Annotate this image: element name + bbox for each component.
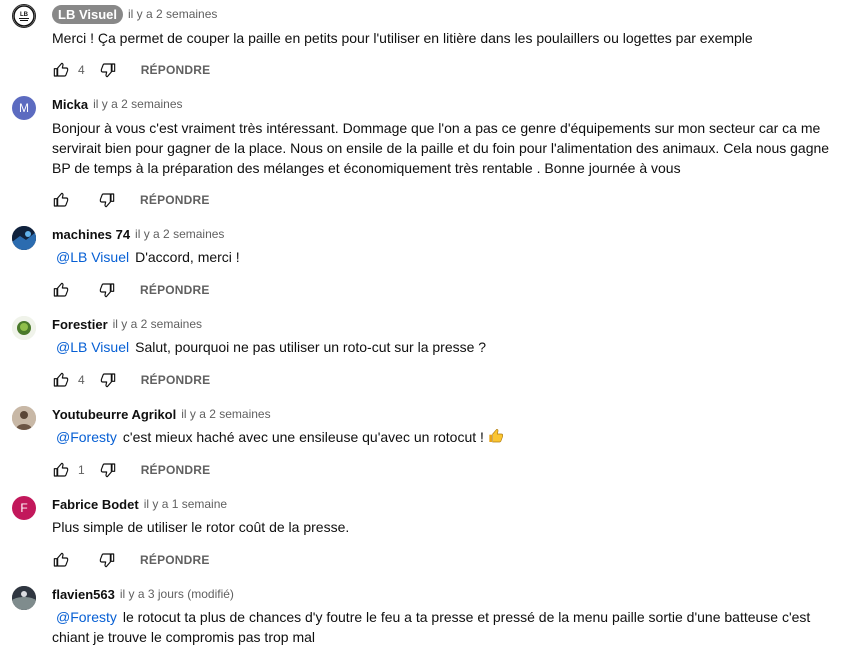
mention-link[interactable]: @LB Visuel — [56, 249, 129, 265]
reply-button[interactable]: RÉPONDRE — [141, 373, 211, 387]
dislike-button[interactable] — [99, 461, 117, 479]
thumbs-up-icon — [53, 372, 69, 387]
comment-header: Forestier il y a 2 semaines — [52, 314, 202, 334]
comment-header: machines 74 il y a 2 semaines — [52, 224, 224, 244]
author-name[interactable]: Fabrice Bodet — [52, 497, 139, 512]
dislike-button[interactable] — [99, 61, 117, 79]
avatar-lb-visuel[interactable]: LB — [12, 4, 36, 28]
timestamp[interactable]: il y a 2 semaines — [93, 97, 182, 111]
machine-avatar-icon — [12, 226, 36, 250]
thumbs-down-icon — [99, 283, 115, 298]
mention-link[interactable]: @Foresty — [56, 609, 117, 625]
comment-actions: 4 RÉPONDRE — [52, 370, 210, 390]
avatar-micka[interactable]: M — [12, 96, 36, 120]
reply-button[interactable]: RÉPONDRE — [140, 193, 210, 207]
avatar-flavien563[interactable] — [12, 586, 36, 610]
person-avatar-icon — [12, 406, 36, 430]
comment-header: LB Visuel il y a 2 semaines — [52, 4, 217, 24]
like-button[interactable] — [52, 281, 70, 299]
dislike-button[interactable] — [98, 551, 116, 569]
avatar-youtubeurre-agrikol[interactable] — [12, 406, 36, 430]
like-button[interactable] — [52, 551, 70, 569]
avatar-letter: F — [20, 501, 28, 515]
thumbs-down-icon — [100, 63, 115, 78]
timestamp[interactable]: il y a 2 semaines — [135, 227, 224, 241]
forest-avatar-icon — [12, 316, 36, 340]
like-count: 1 — [78, 463, 85, 477]
timestamp[interactable]: il y a 1 semaine — [144, 497, 227, 511]
author-name[interactable]: Micka — [52, 97, 88, 112]
avatar-letter: M — [19, 101, 29, 115]
comment-header: Fabrice Bodet il y a 1 semaine — [52, 494, 227, 514]
thumbs-down-icon — [100, 373, 115, 388]
comment-text: Plus simple de utiliser le rotor coût de… — [52, 519, 350, 535]
dislike-button[interactable] — [98, 191, 116, 209]
thumbs-down-icon — [100, 463, 115, 478]
timestamp[interactable]: il y a 2 semaines — [128, 7, 217, 21]
comment-actions: 1 RÉPONDRE — [52, 460, 210, 480]
thumbs-up-icon — [53, 192, 69, 207]
author-name[interactable]: Youtubeurre Agrikol — [52, 407, 176, 422]
comment-actions: RÉPONDRE — [52, 550, 210, 570]
svg-text:LB: LB — [20, 12, 29, 18]
avatar-machines-74[interactable] — [12, 226, 36, 250]
timestamp[interactable]: il y a 2 semaines — [113, 317, 202, 331]
avatar-forestier[interactable] — [12, 316, 36, 340]
comment-actions: 4 RÉPONDRE — [52, 60, 210, 80]
author-name[interactable]: LB Visuel — [52, 4, 124, 24]
like-button[interactable] — [52, 461, 70, 479]
timestamp[interactable]: il y a 2 semaines — [181, 407, 270, 421]
reply-button[interactable]: RÉPONDRE — [140, 283, 210, 297]
comment-text: @LB Visuel Salut, pourquoi ne pas utilise… — [56, 339, 487, 355]
timestamp[interactable]: il y a 3 jours (modifié) — [120, 587, 234, 601]
comment-text-line: BP de temps à la préparation des mélange… — [52, 160, 681, 176]
dislike-button[interactable] — [98, 281, 116, 299]
thumbs-up-emoji-icon — [488, 428, 504, 449]
thumbs-up-icon — [53, 552, 69, 567]
comment-actions: RÉPONDRE — [52, 280, 210, 300]
like-button[interactable] — [52, 191, 70, 209]
comment-text: @Foresty le rotocut ta plus de chances d'… — [52, 607, 852, 647]
like-button[interactable] — [52, 371, 70, 389]
author-name[interactable]: machines 74 — [52, 227, 130, 242]
comment-header: Youtubeurre Agrikol il y a 2 semaines — [52, 404, 271, 424]
author-name[interactable]: Forestier — [52, 317, 108, 332]
comment-text: @Foresty c'est mieux haché avec une ensil… — [52, 427, 852, 449]
comment-text: Bonjour à vous c'est vraiment très intér… — [52, 118, 852, 178]
like-count: 4 — [78, 63, 85, 77]
thumbs-up-icon — [53, 62, 69, 77]
reply-button[interactable]: RÉPONDRE — [141, 463, 211, 477]
thumbs-down-icon — [99, 193, 115, 208]
thumbs-up-icon — [53, 282, 69, 297]
comment-text-line: chiant je trouve le compromis pas trop m… — [52, 629, 315, 645]
landscape-avatar-icon — [12, 586, 36, 610]
comment-header: flavien563 il y a 3 jours (modifié) — [52, 584, 234, 604]
comment-text: Merci ! Ça permet de couper la paille en… — [52, 30, 753, 46]
thumbs-down-icon — [99, 553, 115, 568]
like-count: 4 — [78, 373, 85, 387]
avatar-fabrice-bodet[interactable]: F — [12, 496, 36, 520]
comment-header: Micka il y a 2 semaines — [52, 94, 183, 114]
thumbs-up-icon — [53, 462, 69, 477]
comment-text: @LB Visuel D'accord, merci ! — [56, 249, 240, 265]
reply-button[interactable]: RÉPONDRE — [140, 553, 210, 567]
comment-text-line: @Foresty le rotocut ta plus de chances d'… — [56, 609, 811, 625]
author-name[interactable]: flavien563 — [52, 587, 115, 602]
dislike-button[interactable] — [99, 371, 117, 389]
mention-link[interactable]: @LB Visuel — [56, 339, 129, 355]
comment-text-line: Bonjour à vous c'est vraiment très intér… — [52, 120, 821, 136]
reply-button[interactable]: RÉPONDRE — [141, 63, 211, 77]
comment-text-line: servirait bien pour gagner de la place. … — [52, 140, 830, 156]
lb-visuel-logo-icon: LB — [13, 5, 35, 27]
like-button[interactable] — [52, 61, 70, 79]
mention-link[interactable]: @Foresty — [56, 429, 117, 445]
comment-actions: RÉPONDRE — [52, 190, 210, 210]
